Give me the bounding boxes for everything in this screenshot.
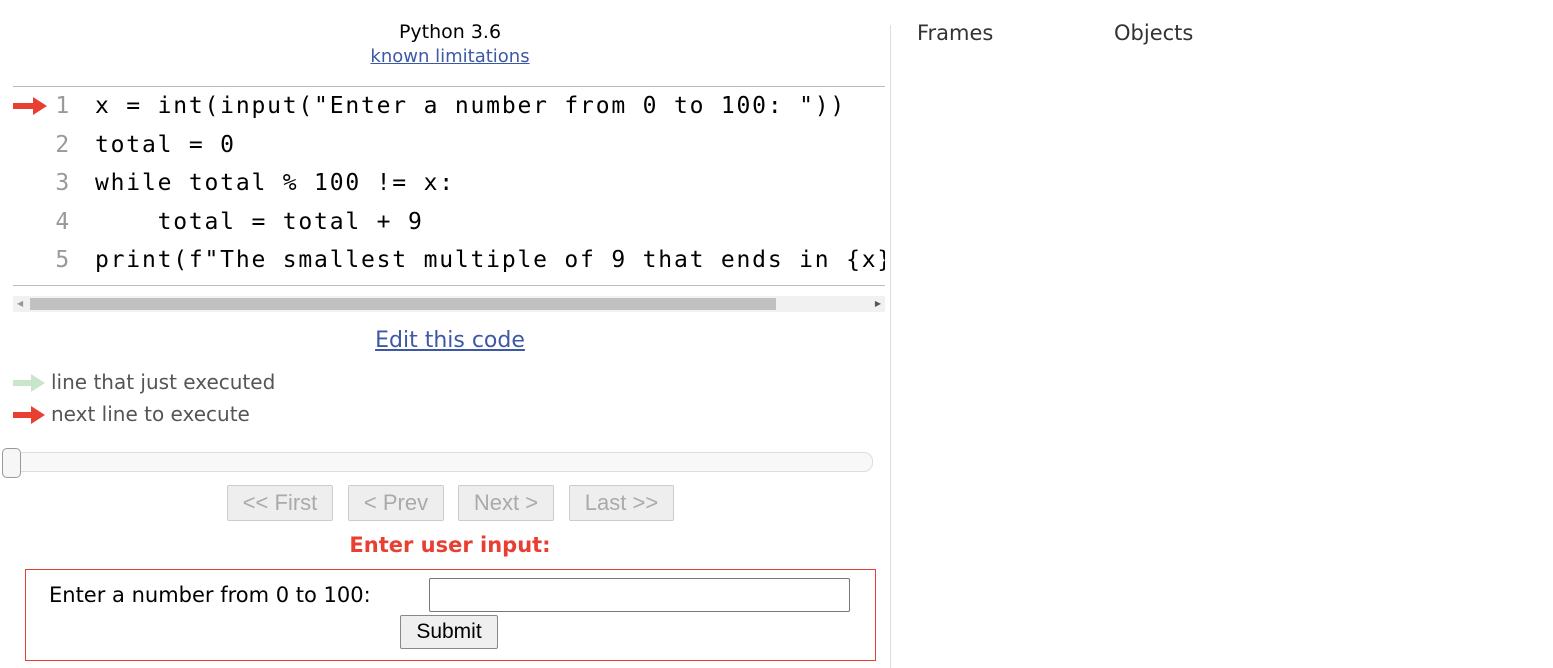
last-button[interactable]: Last >>	[569, 485, 674, 521]
code-horizontal-scrollbar[interactable]: ◀ ▶	[13, 296, 885, 312]
scroll-left-icon[interactable]: ◀	[17, 299, 23, 308]
step-slider[interactable]	[5, 452, 873, 472]
legend-executed: line that just executed	[13, 370, 275, 394]
line-number: 4	[55, 209, 71, 235]
executed-arrow-icon	[13, 374, 45, 392]
first-button[interactable]: << First	[227, 485, 333, 521]
objects-header: Objects	[1114, 21, 1194, 45]
code-text: print(f"The smallest multiple of 9 that …	[95, 247, 885, 273]
next-button[interactable]: Next >	[458, 485, 554, 521]
panel-divider	[890, 25, 891, 668]
scrollbar-thumb[interactable]	[30, 298, 776, 310]
step-slider-handle[interactable]	[2, 448, 21, 478]
user-input-heading: Enter user input:	[349, 533, 551, 557]
next-arrow-icon	[13, 406, 45, 424]
user-input-label: Enter a number from 0 to 100:	[49, 583, 371, 607]
code-text: total = 0	[95, 132, 236, 158]
code-text: total = total + 9	[95, 209, 424, 235]
legend-next: next line to execute	[13, 402, 250, 426]
frames-header: Frames	[917, 21, 994, 45]
line-number: 2	[55, 132, 71, 158]
line-number: 5	[55, 247, 71, 273]
prev-button[interactable]: < Prev	[348, 485, 444, 521]
code-display: 1 x = int(input("Enter a number from 0 to…	[13, 86, 885, 286]
next-line-arrow-icon	[13, 97, 47, 115]
submit-button[interactable]: Submit	[400, 615, 498, 649]
line-number: 3	[55, 170, 71, 196]
edit-code-link[interactable]: Edit this code	[0, 328, 900, 353]
user-input-field[interactable]	[429, 578, 850, 612]
legend-next-label: next line to execute	[51, 402, 250, 426]
code-text: x = int(input("Enter a number from 0 to …	[95, 93, 847, 119]
code-panel: Python 3.6 known limitations 1x = int(in…	[0, 0, 890, 668]
user-input-box: Enter a number from 0 to 100: Submit	[25, 569, 876, 661]
language-label: Python 3.6	[398, 21, 502, 43]
line-number: 1	[55, 93, 71, 119]
scroll-right-icon[interactable]: ▶	[875, 299, 881, 308]
known-limitations-link[interactable]: known limitations	[0, 46, 900, 67]
legend-executed-label: line that just executed	[51, 370, 276, 394]
code-text: while total % 100 != x:	[95, 170, 455, 196]
